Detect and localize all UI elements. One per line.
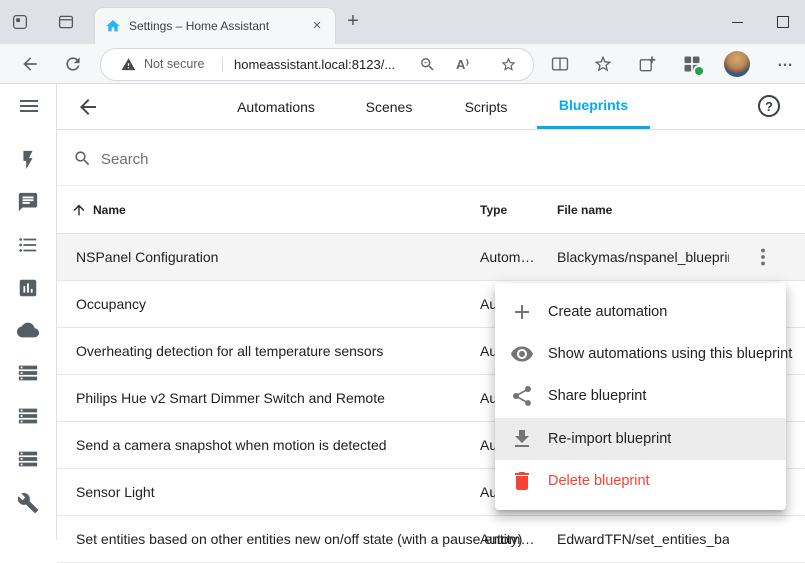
home-assistant-favicon bbox=[105, 18, 121, 34]
browser-titlebar: Settings – Home Assistant × + bbox=[0, 0, 805, 44]
address-divider bbox=[222, 57, 223, 72]
security-label[interactable]: Not secure bbox=[144, 49, 204, 80]
tab-actions-icon[interactable] bbox=[57, 13, 75, 31]
browser-toolbar: Not secure homeassistant.local:8123/... … bbox=[0, 44, 805, 84]
row-name: Overheating detection for all temperatur… bbox=[76, 328, 383, 374]
row-file: EdwardTFN/set_entities_bas… bbox=[557, 516, 729, 562]
menu-item-label: Create automation bbox=[548, 304, 667, 320]
menu-item-delete-blueprint[interactable]: Delete blueprint bbox=[495, 460, 786, 502]
tab-blueprints[interactable]: Blueprints bbox=[537, 84, 650, 129]
share-icon bbox=[510, 384, 534, 408]
blueprint-context-menu: Create automation Show automations using… bbox=[495, 283, 786, 510]
cloud-icon[interactable] bbox=[17, 319, 41, 343]
browser-tab[interactable]: Settings – Home Assistant × bbox=[95, 8, 335, 44]
table-row[interactable]: NSPanel Configuration Autom… Blackymas/n… bbox=[57, 234, 805, 281]
maximize-button[interactable] bbox=[760, 0, 805, 44]
ha-topbar: Automations Scenes Scripts Blueprints ? bbox=[57, 84, 805, 130]
search-row bbox=[57, 130, 805, 186]
address-bar[interactable]: Not secure homeassistant.local:8123/... … bbox=[100, 48, 534, 81]
ha-back-icon[interactable] bbox=[76, 95, 100, 119]
browser-menu-icon[interactable]: … bbox=[772, 44, 798, 84]
download-icon bbox=[510, 427, 534, 451]
row-name: Send a camera snapshot when motion is de… bbox=[76, 422, 387, 468]
favorites-icon[interactable] bbox=[593, 54, 613, 74]
zoom-icon[interactable] bbox=[419, 56, 436, 73]
menu-item-label: Share blueprint bbox=[548, 388, 646, 404]
extension-status-badge bbox=[693, 65, 705, 77]
column-header-type[interactable]: Type bbox=[480, 186, 507, 234]
eye-icon bbox=[510, 342, 534, 366]
wrench-icon[interactable] bbox=[17, 492, 41, 516]
read-aloud-icon[interactable]: A⁾ bbox=[456, 49, 469, 80]
menu-item-label: Show automations using this blueprint bbox=[548, 346, 792, 362]
row-overflow-menu-icon[interactable] bbox=[751, 245, 775, 269]
chat-icon[interactable] bbox=[17, 191, 41, 215]
not-secure-warning-icon bbox=[121, 57, 136, 72]
column-header-name[interactable]: Name bbox=[93, 186, 126, 234]
help-icon[interactable]: ? bbox=[758, 95, 780, 117]
refresh-icon[interactable] bbox=[63, 54, 83, 74]
tab-title: Settings – Home Assistant bbox=[129, 19, 301, 33]
menu-item-create-automation[interactable]: Create automation bbox=[495, 291, 786, 333]
row-type: Autom… bbox=[480, 516, 542, 562]
bricks-icon-2[interactable] bbox=[17, 405, 41, 429]
row-name: Philips Hue v2 Smart Dimmer Switch and R… bbox=[76, 375, 385, 421]
tab-close-icon[interactable]: × bbox=[309, 18, 325, 34]
row-type: Autom… bbox=[480, 234, 542, 280]
extensions-icon[interactable] bbox=[682, 54, 702, 74]
bar-chart-icon[interactable] bbox=[17, 277, 41, 301]
minimize-button[interactable] bbox=[714, 0, 760, 44]
row-name: NSPanel Configuration bbox=[76, 234, 218, 280]
tab-scripts[interactable]: Scripts bbox=[441, 84, 531, 129]
delete-icon bbox=[510, 469, 534, 493]
sort-arrow-icon[interactable] bbox=[71, 202, 87, 218]
split-screen-icon[interactable] bbox=[550, 54, 570, 74]
menu-item-label: Re-import blueprint bbox=[548, 431, 671, 447]
column-header-file[interactable]: File name bbox=[557, 186, 612, 234]
tab-automations[interactable]: Automations bbox=[220, 84, 332, 129]
menu-item-share-blueprint[interactable]: Share blueprint bbox=[495, 375, 786, 417]
bricks-icon-3[interactable] bbox=[17, 448, 41, 472]
workspaces-icon[interactable] bbox=[11, 13, 29, 31]
back-icon[interactable] bbox=[20, 54, 40, 74]
profile-avatar[interactable] bbox=[724, 51, 750, 77]
list-icon[interactable] bbox=[17, 234, 41, 258]
row-name: Sensor Light bbox=[76, 469, 155, 515]
hamburger-menu-icon[interactable] bbox=[17, 94, 41, 118]
menu-item-show-automations[interactable]: Show automations using this blueprint bbox=[495, 333, 786, 375]
menu-item-reimport-blueprint[interactable]: Re-import blueprint bbox=[495, 418, 786, 460]
new-tab-button[interactable]: + bbox=[341, 9, 365, 33]
table-header: Name Type File name bbox=[57, 186, 805, 234]
row-name: Occupancy bbox=[76, 281, 146, 327]
menu-item-label: Delete blueprint bbox=[548, 473, 650, 489]
search-input[interactable] bbox=[99, 144, 403, 174]
collections-icon[interactable] bbox=[637, 54, 657, 74]
favorite-star-icon[interactable] bbox=[500, 56, 517, 73]
search-icon bbox=[73, 149, 92, 168]
plus-icon bbox=[510, 300, 534, 324]
url-text[interactable]: homeassistant.local:8123/... bbox=[234, 49, 395, 80]
bricks-icon-1[interactable] bbox=[17, 362, 41, 386]
row-name: Set entities based on other entities new… bbox=[76, 516, 522, 562]
ha-sidebar bbox=[0, 84, 57, 540]
tab-scenes[interactable]: Scenes bbox=[344, 84, 434, 129]
lightning-icon[interactable] bbox=[17, 149, 41, 173]
row-file: Blackymas/nspanel_blueprin… bbox=[557, 234, 729, 280]
